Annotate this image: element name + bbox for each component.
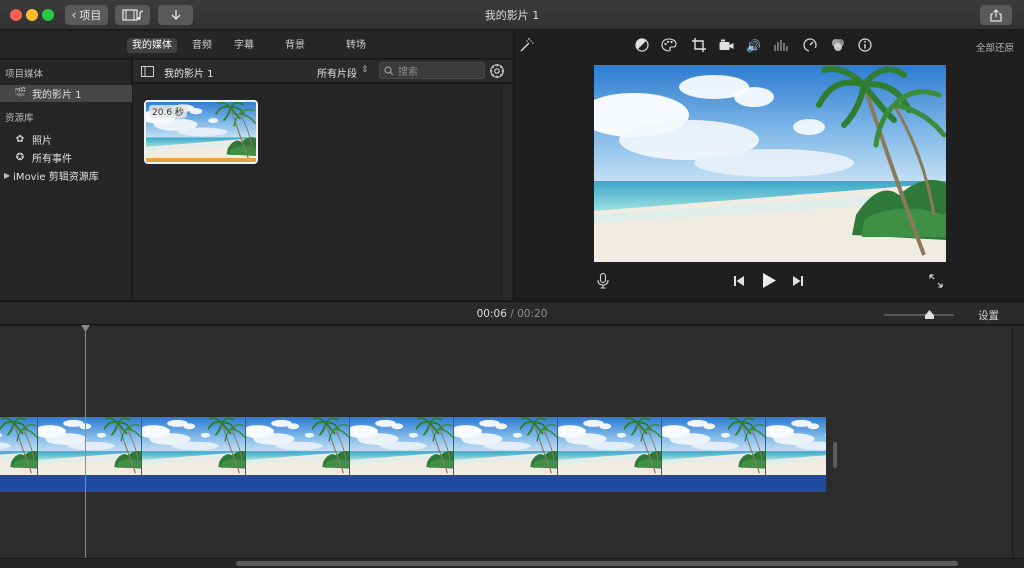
project-media-heading: 项目媒体 [5, 69, 44, 80]
clip-used-indicator [146, 158, 256, 162]
sidebar-item-label: 所有事件 [32, 154, 72, 165]
search-icon [384, 65, 394, 75]
filmstrip-frame [246, 417, 350, 475]
clip-audio-track[interactable] [0, 475, 826, 492]
tab-my-media[interactable]: 我的媒体 [127, 38, 177, 53]
camera-stabilization-icon[interactable] [719, 39, 734, 51]
tab-audio[interactable]: 音频 [187, 38, 217, 53]
media-search-field[interactable]: 搜索 [379, 62, 485, 79]
play-icon[interactable] [761, 272, 777, 289]
current-time: 00:06 [476, 308, 507, 320]
timeline-header: 00:06 / 00:20 设置 [0, 301, 1024, 325]
timeline-vertical-scrollbar[interactable] [1012, 326, 1024, 558]
filmstrip-frame [558, 417, 662, 475]
sidebar-item-label: 我的影片 1 [32, 90, 82, 101]
filmstrip-frame [662, 417, 766, 475]
libraries-sidebar: 项目媒体 🎬 我的影片 1 资源库 ✿ 照片 ✪ 所有事件 ▶ iMovie 剪… [0, 60, 132, 300]
clip-filter-icon[interactable] [831, 38, 845, 52]
filmstrip-frame [454, 417, 558, 475]
playhead[interactable] [85, 326, 86, 558]
window-title: 我的影片 1 [484, 9, 540, 22]
tab-titles[interactable]: 字幕 [229, 38, 259, 53]
share-button[interactable] [980, 5, 1012, 25]
sidebar-item-imovie-library[interactable]: ▶ iMovie 剪辑资源库 [0, 167, 132, 184]
sidebar-item-my-movie[interactable]: 🎬 我的影片 1 [0, 85, 132, 102]
photos-flower-icon: ✿ [15, 134, 25, 145]
noise-equalizer-icon[interactable] [773, 39, 789, 51]
total-duration: 00:20 [517, 308, 548, 320]
filmstrip-frame [38, 417, 142, 475]
fullscreen-icon[interactable] [929, 274, 943, 288]
timeline-horizontal-scrollbar[interactable] [0, 558, 1024, 568]
sidebar-toggle-icon[interactable] [141, 66, 154, 77]
clapperboard-icon: 🎬 [14, 88, 27, 99]
magic-wand-icon[interactable] [518, 37, 534, 53]
playhead-marker-icon[interactable] [81, 325, 90, 332]
reset-all-button[interactable]: 全部还原 [976, 40, 1014, 54]
video-clip-filmstrip[interactable] [0, 417, 826, 475]
media-browser-scrollbar[interactable] [501, 84, 512, 300]
filmstrip-frame [766, 417, 826, 475]
voiceover-mic-icon[interactable] [597, 273, 609, 289]
clip-trim-handle[interactable] [833, 442, 837, 468]
title-bar: ‹ 项目 我的影片 1 [0, 0, 1024, 30]
filmstrip-frame [0, 417, 38, 475]
preview-screen[interactable] [594, 65, 946, 262]
skip-forward-icon[interactable] [792, 275, 804, 287]
clip-filter-dropdown[interactable]: 所有片段 ⇕ [317, 65, 369, 80]
skip-back-icon[interactable] [733, 275, 745, 287]
timeline-settings-button[interactable]: 设置 [978, 308, 999, 323]
tab-transitions[interactable]: 转场 [341, 38, 371, 53]
sidebar-item-label: iMovie 剪辑资源库 [13, 172, 99, 183]
timeline-area[interactable] [0, 325, 1012, 558]
horizontal-scroll-thumb[interactable] [236, 561, 958, 566]
media-browser-title: 我的影片 1 [164, 69, 214, 80]
color-balance-icon[interactable] [635, 38, 649, 52]
sidebar-item-all-events[interactable]: ✪ 所有事件 [0, 149, 132, 166]
clip-duration-badge: 20.6 秒 [149, 105, 187, 118]
timeline-zoom-slider[interactable] [884, 314, 954, 316]
libraries-heading: 资源库 [5, 113, 34, 124]
gear-icon[interactable] [489, 63, 505, 79]
media-browser-area: 20.6 秒 [133, 84, 512, 300]
filmstrip-frame [142, 417, 246, 475]
disclosure-triangle-icon[interactable]: ▶ [4, 171, 10, 180]
browser-tab-bar: 我的媒体 音频 字幕 背景 转场 [0, 31, 512, 59]
timecode-display: 00:06 / 00:20 [0, 308, 1024, 320]
filmstrip-frame [350, 417, 454, 475]
share-icon [990, 8, 1002, 22]
updown-chevron-icon: ⇕ [361, 65, 369, 75]
media-clip-thumbnail[interactable]: 20.6 秒 [144, 100, 258, 164]
search-placeholder: 搜索 [398, 67, 418, 78]
sidebar-item-photos[interactable]: ✿ 照片 [0, 131, 132, 148]
media-browser-bar: 我的影片 1 所有片段 ⇕ 搜索 [133, 60, 512, 83]
timecode-separator: / [510, 308, 514, 320]
tab-backgrounds[interactable]: 背景 [280, 38, 310, 53]
crop-icon[interactable] [692, 38, 706, 52]
clip-filter-value: 所有片段 [317, 69, 357, 80]
volume-icon[interactable]: 🔊 [746, 39, 761, 53]
info-icon[interactable] [858, 38, 872, 52]
speed-icon[interactable] [803, 38, 817, 52]
viewer-panel: 🔊 全部还原 [514, 31, 1024, 300]
color-palette-icon[interactable] [661, 38, 677, 52]
sidebar-item-label: 照片 [32, 136, 52, 147]
beach-preview-image [594, 65, 946, 262]
star-box-icon: ✪ [15, 152, 25, 163]
